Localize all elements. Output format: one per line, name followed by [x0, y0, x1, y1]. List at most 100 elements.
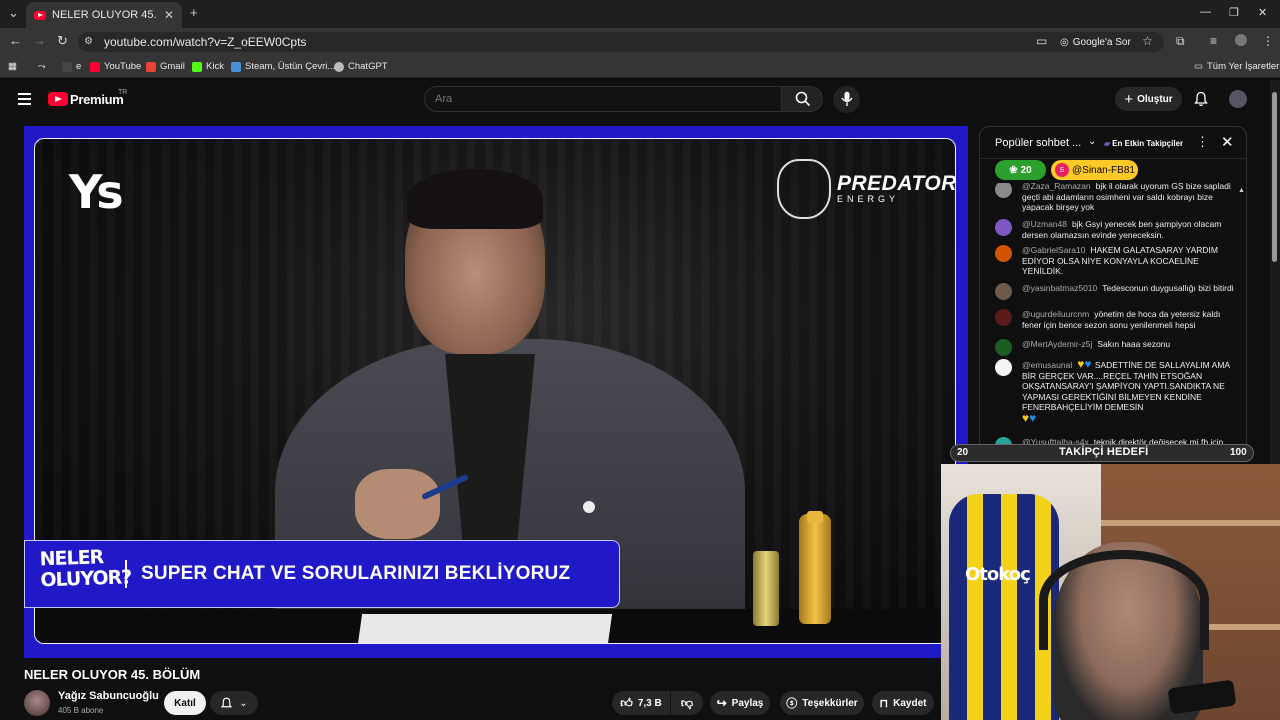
extensions-icon[interactable]: ⧉ — [1176, 34, 1185, 49]
create-button[interactable]: + Oluştur — [1115, 87, 1182, 111]
menu-hamburger-icon[interactable] — [18, 93, 31, 105]
bookmark-link-icon[interactable]: ⤳ — [38, 61, 46, 72]
bookmark-label: Gmail — [160, 61, 185, 72]
jersey-sponsor-text: Otokoç — [965, 564, 1031, 585]
bookmark-youtube[interactable]: YouTube — [90, 61, 141, 72]
tab-close-icon[interactable]: ✕ — [164, 8, 174, 22]
microphone-icon — [841, 91, 853, 106]
tab-list-chevron-icon[interactable]: ⌄ — [8, 5, 19, 21]
super-thanks-icon: ⓢ — [786, 698, 798, 710]
top-supporters-button[interactable]: ▰ En Etkin Takipçiler — [1104, 136, 1183, 150]
bookmark-star-icon[interactable]: ☆ — [1142, 34, 1153, 48]
search-button[interactable] — [781, 86, 823, 112]
gmail-icon — [146, 61, 156, 72]
crown-icon: ▰ — [1104, 138, 1111, 148]
google-ask-label: Google'a Sor — [1072, 36, 1131, 48]
channel-name[interactable]: Yağız Sabuncuoğlu — [58, 690, 159, 702]
search-input[interactable] — [424, 86, 782, 112]
pinned-chip-green[interactable]: ❀ 20 — [995, 160, 1046, 180]
host-hand — [355, 469, 440, 539]
minimize-icon[interactable]: — — [1200, 6, 1211, 18]
pinned-chip-yellow[interactable]: S @Sinan-FB81 — [1051, 160, 1138, 180]
window-close-icon[interactable]: ✕ — [1258, 6, 1267, 19]
folder-icon: ▭ — [1194, 61, 1203, 72]
message-author[interactable]: @ugurdeiluurcnm — [1022, 309, 1089, 319]
youtube-favicon-icon — [34, 10, 46, 20]
bookmark-label: Kick — [206, 61, 224, 72]
message-author[interactable]: @GabrielSara10 — [1022, 245, 1085, 255]
chevron-down-icon[interactable]: ⌄ — [1088, 136, 1096, 147]
share-label: Paylaş — [731, 697, 764, 709]
browser-tab-active[interactable]: NELER OLUYOR 45. BÖLÜM - Yo ✕ — [26, 2, 182, 28]
sponsor-sub: ENERGY — [837, 194, 900, 204]
chat-messages: @Zaza_Ramazan bjk il olarak uyorum GS biz… — [980, 183, 1246, 455]
google-ask-button[interactable]: ◎ Google'a Sor — [1060, 35, 1131, 49]
join-button[interactable]: Katıl — [164, 691, 206, 715]
plus-icon: + — [1124, 90, 1134, 108]
chatgpt-icon — [334, 61, 344, 72]
youtube-logo-icon[interactable] — [48, 92, 68, 106]
more-options-icon[interactable]: ⋮ — [1196, 134, 1209, 150]
thanks-button[interactable]: ⓢ Teşekkürler — [780, 691, 864, 715]
restore-icon[interactable]: ❐ — [1229, 6, 1239, 19]
forward-arrow-icon[interactable]: → — [33, 33, 46, 48]
bookmark-icon: ⊓ — [879, 697, 889, 710]
save-button[interactable]: ⊓ Kaydet — [872, 691, 934, 715]
bookmark-kick[interactable]: Kick — [192, 61, 224, 72]
close-icon[interactable]: ✕ — [1221, 133, 1234, 151]
youtube-premium-label[interactable]: Premium — [70, 92, 124, 107]
account-avatar[interactable] — [1229, 90, 1247, 108]
bookmark-e[interactable]: e — [62, 61, 81, 72]
like-count: 7,3 B — [637, 697, 662, 709]
video-title: NELER OLUYOR 45. BÖLÜM — [24, 667, 201, 682]
subscription-notifications-button[interactable]: ⌄ — [210, 691, 258, 715]
bookmark-label: YouTube — [104, 61, 142, 72]
page-scrollbar-thumb[interactable] — [1272, 92, 1277, 262]
message-author[interactable]: @emusaunal — [1022, 360, 1072, 370]
message-author[interactable]: @MertAydemir-z5j — [1022, 339, 1092, 349]
video-player[interactable]: Ys PREDATOR ENERGY NELER OLUYOR? SUPER C… — [24, 126, 968, 658]
thumbs-down-icon: 👎︎ — [680, 695, 694, 710]
new-tab-icon[interactable]: + — [190, 5, 198, 20]
reload-icon[interactable]: ↻ — [57, 33, 68, 49]
chat-message: @Uzman48 bjk Gsyi yenecek ben şampiyon ol… — [995, 219, 1235, 240]
message-text: Sakın haaa sezonu — [1097, 339, 1171, 349]
back-arrow-icon[interactable]: ← — [9, 33, 22, 48]
user-avatar — [995, 359, 1012, 376]
bookmark-steam[interactable]: Steam, Üstün Çevri... — [231, 61, 335, 72]
reading-list-icon[interactable]: ≡ — [1210, 34, 1217, 48]
profile-avatar-icon[interactable] — [1235, 34, 1247, 46]
message-text: Tedesconun duygusallığı bizi bitirdi — [1102, 283, 1234, 293]
channel-avatar[interactable] — [24, 690, 50, 716]
apps-grid-icon[interactable]: ▦ — [8, 61, 17, 72]
browser-menu-icon[interactable]: ⋮ — [1262, 34, 1274, 48]
channel-watermark-logo: Ys — [69, 165, 124, 219]
blue-heart-icon: ♥ — [1084, 357, 1095, 371]
chat-mode-label[interactable]: Popüler sohbet ... — [995, 137, 1081, 149]
cast-icon[interactable]: ▭ — [1036, 34, 1047, 48]
goal-current: 20 — [957, 447, 969, 458]
voice-search-button[interactable] — [833, 86, 860, 113]
all-bookmarks-label: Tüm Yer İşaretleri — [1206, 61, 1280, 72]
notifications-bell-icon[interactable] — [1193, 91, 1209, 107]
user-avatar — [995, 183, 1012, 198]
sponsor-name: PREDATOR — [837, 172, 956, 195]
share-button[interactable]: ↪ Paylaş — [710, 691, 770, 715]
bookmark-label: e — [76, 61, 82, 72]
pinned-chips-row: ❀ 20 S @Sinan-FB81 — [980, 159, 1246, 183]
message-author[interactable]: @Zaza_Ramazan — [1022, 183, 1091, 191]
message-author[interactable]: @Uzman48 — [1022, 219, 1067, 229]
bookmark-gmail[interactable]: Gmail — [146, 61, 185, 72]
all-bookmarks[interactable]: ▭ Tüm Yer İşaretleri — [1194, 61, 1280, 72]
bookmark-e-icon — [62, 61, 72, 72]
like-button[interactable]: 👍︎ 7,3 B — [612, 691, 670, 715]
message-author[interactable]: @yasinbatmaz5010 — [1022, 283, 1097, 293]
dislike-button[interactable]: 👎︎ — [671, 691, 703, 715]
bookmark-chatgpt[interactable]: ChatGPT — [334, 61, 388, 72]
chat-scroll-up-icon[interactable]: ▲ — [1238, 187, 1245, 194]
pinned-count: 20 — [1020, 164, 1032, 176]
user-avatar — [995, 309, 1012, 326]
thanks-label: Teşekkürler — [802, 697, 858, 709]
site-info-icon[interactable]: ⚙ — [84, 36, 96, 48]
address-bar[interactable]: youtube.com/watch?v=Z_oEEW0Cpts — [78, 32, 1164, 52]
